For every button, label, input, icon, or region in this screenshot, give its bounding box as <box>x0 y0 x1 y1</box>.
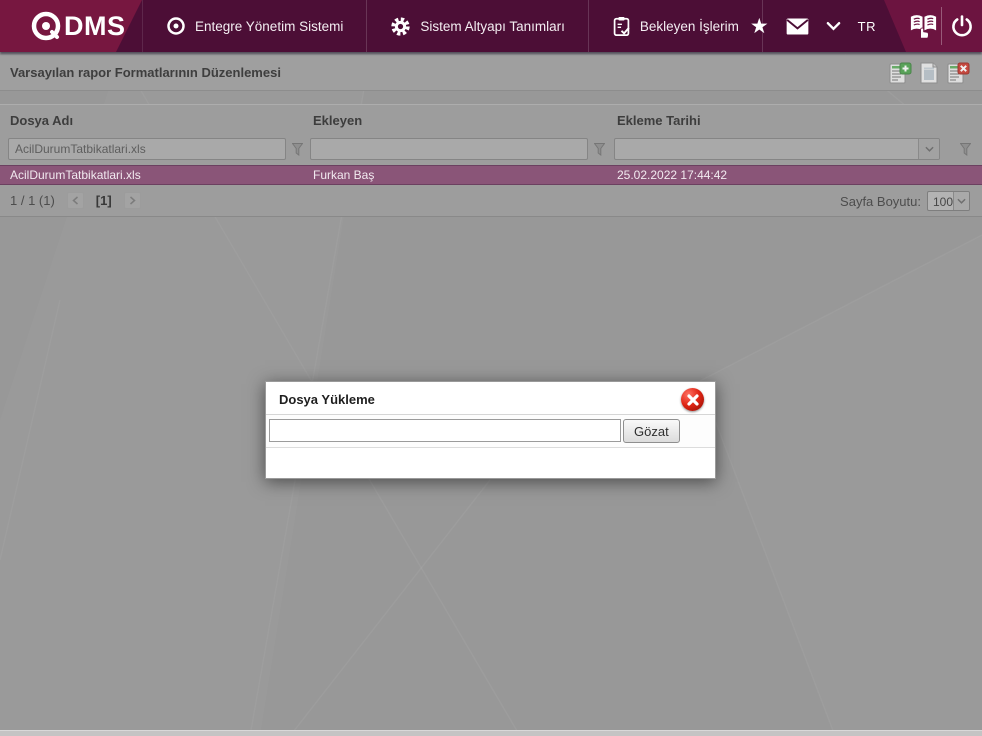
dosya-yukleme-dialog: Dosya Yükleme Gözat <box>265 381 716 479</box>
page-size-label: Sayfa Boyutu: <box>840 193 921 209</box>
add-report-icon[interactable] <box>887 60 913 86</box>
column-header-dosya-adi[interactable]: Dosya Adı <box>10 113 73 128</box>
grid-footer: 1 / 1 (1) [1] Sayfa Boyutu: 100 <box>0 185 982 216</box>
dialog-footer <box>266 448 715 478</box>
gear-icon <box>390 16 411 37</box>
menu-item-sistem-altyapi-tanimlari[interactable]: Sistem Altyapı Tanımları <box>367 0 589 52</box>
chevron-down-icon[interactable] <box>826 21 841 31</box>
topbar-right-block <box>884 0 982 52</box>
qdms-logo[interactable]: DMS <box>0 0 142 52</box>
chevron-down-icon[interactable] <box>918 139 939 159</box>
menu-item-entegre-yonetim-sistemi[interactable]: Entegre Yönetim Sistemi <box>142 0 368 52</box>
report-grid: Dosya Adı Ekleyen Ekleme Tarihi AcilDuru… <box>0 104 982 217</box>
close-icon[interactable] <box>681 388 704 411</box>
cell-ekleyen: Furkan Baş <box>313 168 375 182</box>
help-book-icon[interactable] <box>908 10 939 41</box>
language-selector[interactable]: TR <box>858 19 876 34</box>
page-size-control: Sayfa Boyutu: 100 <box>840 191 970 211</box>
menu-item-label: Bekleyen İşlerim <box>639 18 739 34</box>
qdms-circle-icon <box>166 16 186 36</box>
page-toolbar: Varsayılan rapor Formatlarının Düzenleme… <box>0 55 982 91</box>
delete-report-icon[interactable] <box>945 60 971 86</box>
filter-funnel-icon[interactable] <box>591 140 607 158</box>
chevron-down-icon[interactable] <box>953 192 969 210</box>
menu-item-label: Sistem Altyapı Tanımları <box>420 18 565 34</box>
next-page-button[interactable] <box>123 192 141 209</box>
logo-text: DMS <box>64 10 126 41</box>
page-size-value: 100 <box>933 195 954 209</box>
horizontal-scrollbar[interactable] <box>0 730 982 736</box>
star-icon[interactable]: ★ <box>750 16 769 37</box>
grid-filter-row <box>0 135 982 165</box>
table-row[interactable]: AcilDurumTatbikatlari.xls Furkan Baş 25.… <box>0 165 982 185</box>
power-icon[interactable] <box>950 14 974 38</box>
pager-summary: 1 / 1 (1) <box>10 193 55 208</box>
column-header-ekleme-tarihi[interactable]: Ekleme Tarihi <box>617 113 701 128</box>
filter-funnel-icon[interactable] <box>957 140 973 158</box>
cell-ekleme-tarihi: 25.02.2022 17:44:42 <box>617 168 728 182</box>
dialog-body: Gözat <box>266 415 715 448</box>
file-upload-input[interactable] <box>269 419 621 442</box>
grid-header-row: Dosya Adı Ekleyen Ekleme Tarihi <box>0 105 982 135</box>
filter-dropdown-ekleme-tarihi[interactable] <box>614 138 940 160</box>
column-header-ekleyen[interactable]: Ekleyen <box>313 113 362 128</box>
pager: 1 / 1 (1) [1] <box>10 192 141 209</box>
main-menu: Entegre Yönetim Sistemi Sistem Altyapı T… <box>142 0 763 52</box>
previous-page-button[interactable] <box>66 192 84 209</box>
filter-input-ekleyen[interactable] <box>310 138 588 160</box>
dialog-header: Dosya Yükleme <box>266 382 715 415</box>
dialog-title: Dosya Yükleme <box>279 392 375 407</box>
filter-funnel-icon[interactable] <box>289 140 305 158</box>
mail-icon[interactable] <box>786 17 809 35</box>
quick-icons: ★ TR <box>750 0 876 52</box>
app-root: DMS Entegre Yönetim Sistemi Sistem Altya… <box>0 0 982 736</box>
filter-input-dosya-adi[interactable] <box>8 138 286 160</box>
cell-dosya-adi: AcilDurumTatbikatlari.xls <box>10 168 141 182</box>
top-navigation-bar: DMS Entegre Yönetim Sistemi Sistem Altya… <box>0 0 982 52</box>
toolbar-actions <box>887 60 971 86</box>
menu-item-label: Entegre Yönetim Sistemi <box>195 18 344 34</box>
clipboard-check-icon <box>612 16 631 37</box>
browse-button[interactable]: Gözat <box>623 419 680 443</box>
current-page-indicator[interactable]: [1] <box>96 193 112 208</box>
page-size-select[interactable]: 100 <box>927 191 970 211</box>
menu-item-bekleyen-islerim[interactable]: Bekleyen İşlerim <box>589 0 763 52</box>
document-icon[interactable] <box>916 60 942 86</box>
qdms-logo-icon: DMS <box>30 10 126 42</box>
topbar-divider <box>941 7 942 45</box>
page-title: Varsayılan rapor Formatlarının Düzenleme… <box>10 65 281 80</box>
